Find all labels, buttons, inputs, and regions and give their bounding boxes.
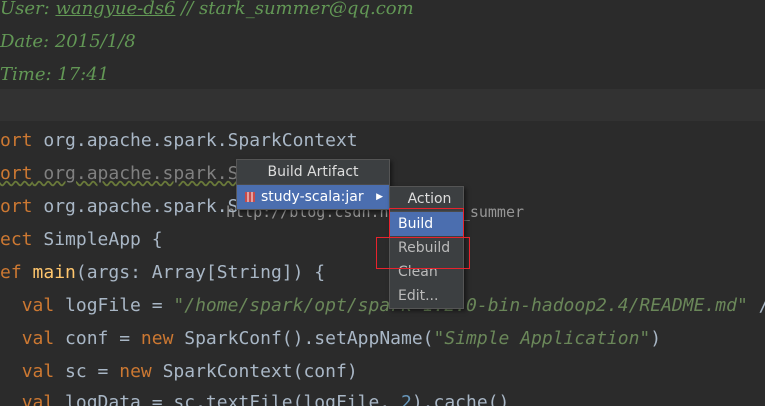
val-keyword: val — [21, 361, 55, 382]
call-text: SparkContext(conf) — [151, 361, 358, 382]
annotation-box-build — [389, 208, 464, 238]
import-path: org.apache.spark.S — [32, 196, 239, 217]
code-line-val-sc[interactable]: val sc = new SparkContext(conf) — [0, 355, 358, 388]
build-artifact-menu-title: Build Artifact — [237, 160, 389, 185]
val-text: sc = — [54, 361, 120, 382]
import-path: org.apache.spark.S — [32, 163, 239, 184]
code-line-val-logdata[interactable]: val logData = sc.textFile(logFile, 2).ca… — [0, 386, 510, 406]
comment-user-name: wangyue-ds6 — [55, 0, 176, 19]
import-keyword: ort — [0, 130, 33, 151]
menu-item-edit[interactable]: Edit... — [390, 284, 463, 308]
import-keyword: ort — [0, 163, 33, 184]
function-name: main — [32, 262, 76, 283]
comment-time: Time: 17:41 — [0, 64, 110, 85]
call-text: SparkConf().setAppName( — [173, 328, 434, 349]
jar-artifact-icon — [245, 192, 255, 202]
import-path: org.apache.spark.SparkContext — [32, 130, 358, 151]
val-keyword: val — [21, 392, 55, 406]
code-line-import-1[interactable]: ort org.apache.spark.SparkContext — [0, 124, 358, 157]
call-end: ).cache() — [411, 392, 510, 406]
number-literal: 2 — [400, 392, 412, 406]
val-text: logData = sc.textFile(logFile, — [54, 392, 401, 406]
object-keyword: ect — [0, 229, 33, 250]
code-line-import-3[interactable]: ort org.apache.spark.S — [0, 190, 238, 223]
current-line-highlight — [0, 89, 765, 121]
code-line-import-2[interactable]: ort org.apache.spark.S — [0, 157, 238, 190]
call-end: ) — [650, 328, 662, 349]
code-line-def-main[interactable]: ef main(args: Array[String]) { — [0, 256, 325, 289]
def-keyword: ef — [0, 262, 22, 283]
annotation-box-rebuild — [376, 237, 470, 269]
menu-item-label: study-scala:jar — [261, 189, 364, 205]
new-keyword: new — [119, 361, 152, 382]
string-literal: "Simple Application" — [433, 328, 651, 349]
submenu-arrow-icon: ▶ — [376, 192, 383, 202]
val-text: logFile = — [54, 295, 174, 316]
import-keyword: ort — [0, 196, 33, 217]
code-line-time-comment[interactable]: Time: 17:41 — [0, 58, 109, 91]
ide-editor-window: User: wangyue-ds6 // stark_summer@qq.com… — [0, 0, 765, 406]
code-line-date-comment[interactable]: Date: 2015/1/8 — [0, 25, 136, 58]
val-keyword: val — [21, 328, 55, 349]
object-name: SimpleApp { — [32, 229, 163, 250]
comment-date: Date: 2015/1/8 — [0, 31, 136, 52]
menu-item-study-scala-jar[interactable]: study-scala:jar ▶ — [237, 185, 389, 209]
comment-user-prefix: User: — [0, 0, 56, 19]
val-text: conf = — [54, 328, 141, 349]
code-line-object[interactable]: ect SimpleApp { — [0, 223, 163, 256]
code-line-user-comment[interactable]: User: wangyue-ds6 // stark_summer@qq.com — [0, 0, 414, 25]
code-line-val-logfile[interactable]: val logFile = "/home/spark/opt/spark-1.2… — [0, 289, 765, 322]
code-line-val-conf[interactable]: val conf = new SparkConf().setAppName("S… — [0, 322, 661, 355]
val-tail: / — [748, 295, 765, 316]
comment-user-suffix: // stark_summer@qq.com — [175, 0, 414, 19]
build-artifact-menu: Build Artifact study-scala:jar ▶ — [236, 159, 390, 210]
function-signature: (args: Array[String]) { — [75, 262, 326, 283]
val-keyword: val — [21, 295, 55, 316]
new-keyword: new — [140, 328, 174, 349]
